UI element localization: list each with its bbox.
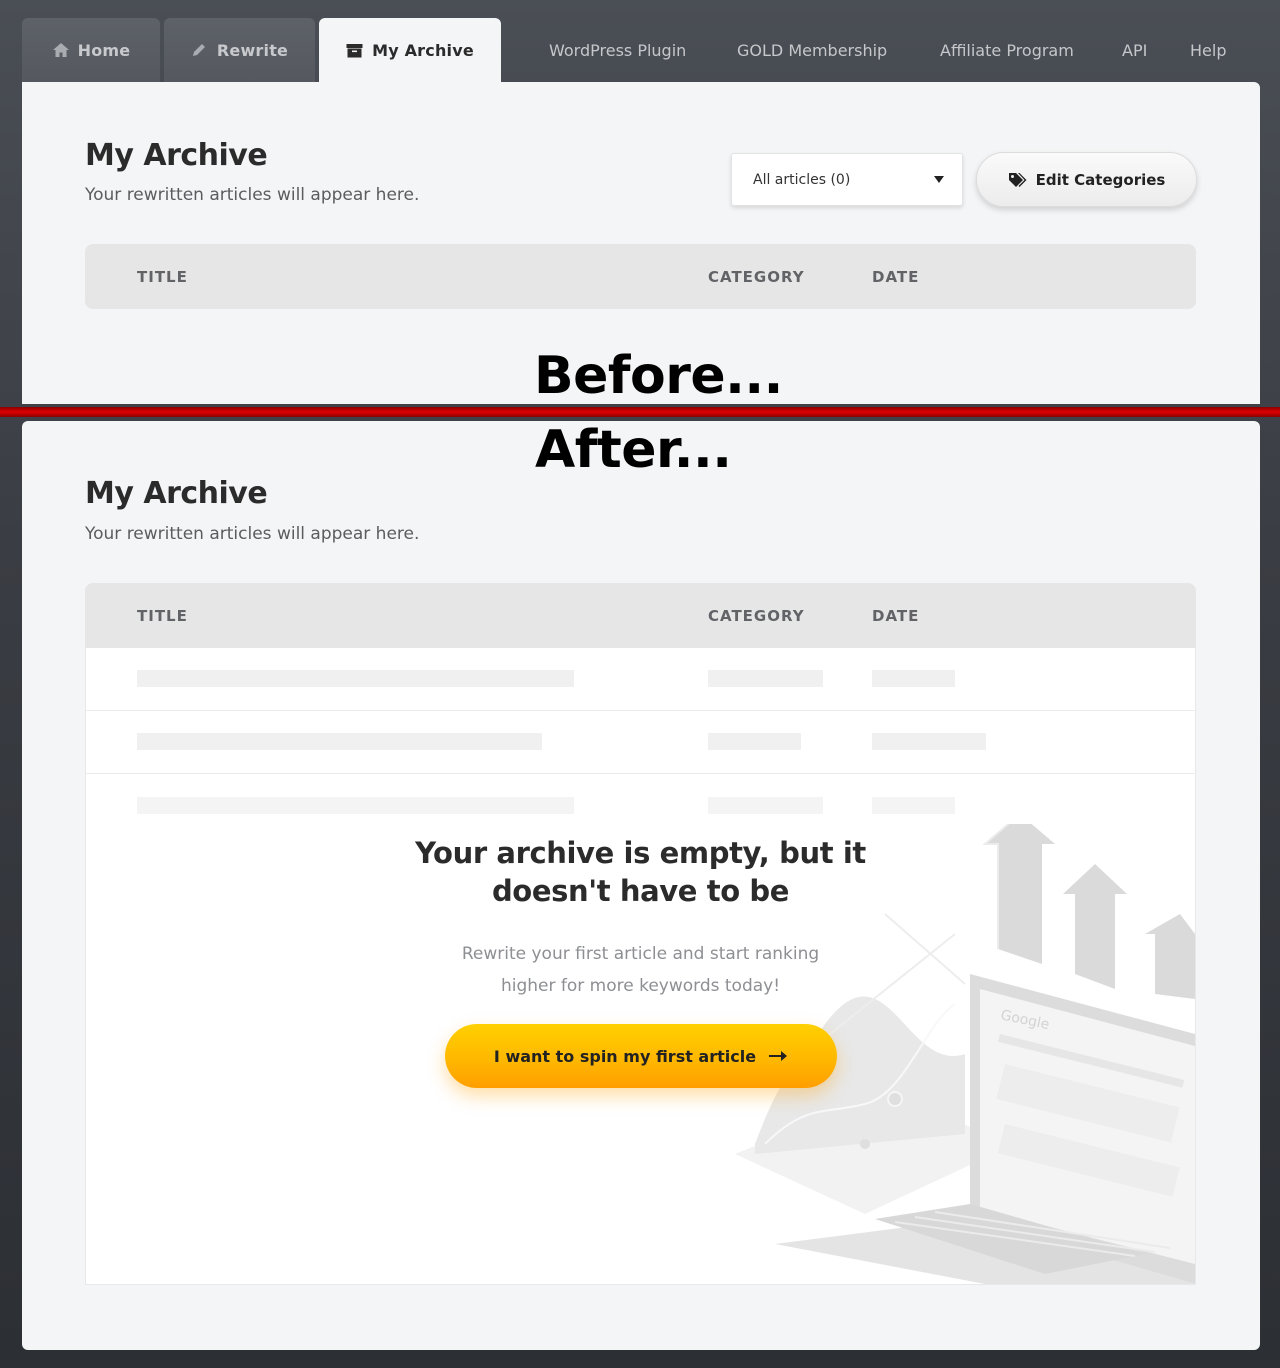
category-filter-select[interactable]: All articles (0)	[731, 153, 963, 206]
after-label: After...	[535, 420, 732, 480]
skeleton-row	[86, 648, 1195, 711]
skeleton-date	[872, 797, 955, 814]
page-subtitle: Your rewritten articles will appear here…	[85, 524, 420, 544]
skeleton-title	[137, 670, 574, 687]
column-header-title[interactable]: TITLE	[137, 268, 188, 286]
tab-rewrite[interactable]: Rewrite	[164, 18, 315, 82]
skeleton-date	[872, 670, 955, 687]
skeleton-category	[708, 670, 823, 687]
tags-icon	[1008, 172, 1028, 188]
column-header-date[interactable]: DATE	[872, 607, 919, 625]
nav-help[interactable]: Help	[1190, 41, 1226, 60]
home-icon	[52, 42, 70, 58]
page-title: My Archive	[85, 476, 268, 511]
empty-state-text-line-1: Rewrite your first article and start ran…	[461, 944, 820, 964]
nav-gold-membership[interactable]: GOLD Membership	[737, 41, 887, 60]
archive-table-header: TITLE CATEGORY DATE	[85, 244, 1196, 309]
edit-categories-label: Edit Categories	[1035, 170, 1166, 189]
tab-my-archive-label: My Archive	[372, 40, 474, 60]
before-after-divider	[0, 407, 1280, 417]
empty-state-heading-line-2: doesn't have to be	[491, 874, 790, 908]
column-header-category[interactable]: CATEGORY	[708, 607, 805, 625]
skeleton-row	[86, 711, 1195, 774]
nav-wordpress-plugin[interactable]: WordPress Plugin	[549, 41, 686, 60]
skeleton-date	[872, 733, 986, 750]
empty-state-text-line-2: higher for more keywords today!	[500, 976, 781, 996]
tab-home[interactable]: Home	[22, 18, 160, 82]
skeleton-title	[137, 797, 574, 814]
tab-my-archive[interactable]: My Archive	[319, 18, 501, 82]
tab-rewrite-label: Rewrite	[216, 40, 289, 60]
before-label: Before...	[534, 346, 783, 406]
tab-home-label: Home	[77, 40, 131, 60]
caret-down-icon	[934, 176, 944, 183]
skeleton-category	[708, 797, 823, 814]
archive-table-body: Google Your archive is empty, but it doe…	[85, 648, 1196, 1285]
archive-panel-after: My Archive Your rewritten articles will …	[22, 421, 1260, 1350]
archive-box-icon	[346, 42, 364, 58]
edit-categories-button[interactable]: Edit Categories	[976, 152, 1197, 207]
archive-table-header: TITLE CATEGORY DATE	[85, 583, 1196, 648]
main-nav-tabs: Home Rewrite My Archive	[22, 18, 505, 82]
secondary-nav: WordPress Plugin GOLD Membership Affilia…	[540, 18, 1250, 82]
column-header-date[interactable]: DATE	[872, 268, 919, 286]
column-header-title[interactable]: TITLE	[137, 607, 188, 625]
column-header-category[interactable]: CATEGORY	[708, 268, 805, 286]
empty-state-heading: Your archive is empty, but it doesn't ha…	[86, 834, 1195, 910]
page-subtitle: Your rewritten articles will appear here…	[85, 185, 420, 205]
skeleton-title	[137, 733, 542, 750]
category-filter-value: All articles (0)	[753, 171, 851, 188]
nav-api[interactable]: API	[1122, 41, 1147, 60]
page-title: My Archive	[85, 138, 268, 173]
pencil-icon	[191, 42, 209, 58]
spin-first-article-button[interactable]: I want to spin my first article	[445, 1024, 837, 1088]
nav-affiliate-program[interactable]: Affiliate Program	[940, 41, 1074, 60]
empty-state-description: Rewrite your first article and start ran…	[86, 938, 1195, 1002]
arrow-right-icon	[768, 1050, 788, 1062]
skeleton-category	[708, 733, 801, 750]
empty-state-heading-line-1: Your archive is empty, but it	[415, 836, 866, 870]
cta-label: I want to spin my first article	[493, 1046, 757, 1066]
